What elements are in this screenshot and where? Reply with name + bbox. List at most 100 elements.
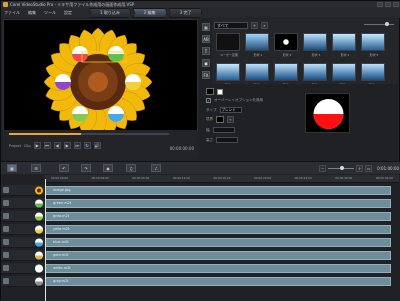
undo-button[interactable]: ↶ xyxy=(59,164,69,172)
timeline-clip[interactable]: green.m2t xyxy=(35,199,391,208)
zoom-slider[interactable] xyxy=(364,24,394,25)
zoom-out-icon[interactable]: － xyxy=(319,165,327,172)
menu-file[interactable]: ファイル xyxy=(4,10,20,16)
thumbnail-item[interactable]: 形状 11 xyxy=(361,63,385,87)
timeline-clip[interactable]: image.jpg xyxy=(35,186,391,195)
overlay-icon xyxy=(34,225,44,234)
height-field[interactable] xyxy=(216,137,238,143)
graphic-icon[interactable]: ◼ xyxy=(202,59,210,67)
timeline-clip[interactable]: gnlw.m2t xyxy=(35,212,391,221)
mask-preview xyxy=(305,93,350,133)
window-title: Corel VideoStudio Pro - ミキサ用ファイル作成用の画面作成… xyxy=(10,1,135,7)
ruler-label: 00:00:00:00 xyxy=(51,176,69,180)
eyedropper-icon[interactable]: ⌁ xyxy=(227,116,234,123)
overlay-icon xyxy=(34,264,44,273)
timeline-clip[interactable]: white.m2t xyxy=(35,264,391,273)
ruler-label: 00:00:24:00 xyxy=(294,176,312,180)
thumbnail-item[interactable]: 形状 6 xyxy=(216,63,240,87)
playhead[interactable] xyxy=(45,179,46,301)
track-visibility-icon[interactable] xyxy=(3,213,9,219)
timeline-toolbar: ▦ ☰ ↶ ↷ ◉ ♫ ♪ － ＋ ▭ 0:01:00:00 xyxy=(1,161,400,174)
timeline-clip[interactable]: gold.m2t xyxy=(35,251,391,260)
options-panel: ✓ オーバーレイオプションを適用 タイプ ブレンド 境界 ⌁ 幅 高さ xyxy=(200,84,399,159)
thumbnail-item[interactable]: 形状 8 xyxy=(274,63,298,87)
thumbnail-item[interactable]: 形状 2 xyxy=(274,33,298,57)
track-row: white.m2t xyxy=(1,263,400,274)
minimize-button[interactable] xyxy=(377,2,383,7)
fit-icon[interactable]: ▭ xyxy=(365,165,373,172)
thumbnail-item[interactable]: 形状 5 xyxy=(361,33,385,57)
track-visibility-icon[interactable] xyxy=(3,187,9,193)
timeline-area: 00:00:00:00 00:00:04:00 00:00:08:00 00:0… xyxy=(1,175,400,301)
menu-settings[interactable]: 設定 xyxy=(64,10,72,16)
ruler-label: 00:00:32:00 xyxy=(375,176,393,180)
add-icon[interactable]: ＋ xyxy=(251,22,258,29)
thumbnail-item[interactable]: 形状 1 xyxy=(245,33,269,57)
prev-frame-icon[interactable]: ◀ xyxy=(53,142,61,149)
thumbnail-item[interactable]: ユーザー定義 xyxy=(216,33,240,57)
redo-button[interactable]: ↷ xyxy=(81,164,91,172)
track-visibility-icon[interactable] xyxy=(3,252,9,258)
thumbnail-item[interactable]: 形状 3 xyxy=(303,33,327,57)
ruler-label: 00:00:28:00 xyxy=(335,176,353,180)
timeline-view-button[interactable]: ▦ xyxy=(7,164,17,172)
track-visibility-icon[interactable] xyxy=(3,265,9,271)
step-share[interactable]: 3 完了 xyxy=(168,8,203,18)
timeline-clip[interactable]: yello.m2t xyxy=(35,225,391,234)
search-icon[interactable]: ⌕ xyxy=(261,22,268,29)
storyboard-view-button[interactable]: ☰ xyxy=(31,164,41,172)
maximize-button[interactable] xyxy=(385,2,391,7)
zoom-in-icon[interactable]: ＋ xyxy=(356,165,364,172)
mixer-button[interactable]: ♫ xyxy=(126,164,136,172)
volume-icon[interactable]: 🔊 xyxy=(93,142,101,149)
white-color-swatch[interactable] xyxy=(217,88,223,95)
app-window: Corel VideoStudio Pro - ミキサ用ファイル作成用の画面作成… xyxy=(0,0,400,301)
border-color-swatch[interactable] xyxy=(216,116,224,123)
step-edit[interactable]: 2 編集 xyxy=(132,8,167,18)
title-icon[interactable]: T xyxy=(202,47,210,55)
border-label: 境界 xyxy=(206,117,213,121)
track-visibility-icon[interactable] xyxy=(3,278,9,284)
clip-name: white.m2t xyxy=(53,266,71,270)
overlay-icon xyxy=(34,277,44,286)
ruler-label: 00:00:16:00 xyxy=(213,176,231,180)
thumbnail-item[interactable]: 形状 7 xyxy=(245,63,269,87)
menu-tools[interactable]: ツール xyxy=(44,10,56,16)
record-button[interactable]: ◉ xyxy=(103,164,113,172)
timeline-clip[interactable]: gray.m2t xyxy=(35,277,391,286)
zoom-knob[interactable] xyxy=(385,22,389,26)
step-capture[interactable]: 1 取り込み xyxy=(89,8,131,18)
start-icon[interactable]: ⏮ xyxy=(43,142,51,149)
timeline-zoom-slider[interactable] xyxy=(328,166,355,170)
thumbnail-item[interactable]: 形状 9 xyxy=(303,63,327,87)
track-row: yello.m2t xyxy=(1,224,400,235)
track-visibility-icon[interactable] xyxy=(3,239,9,245)
close-button[interactable] xyxy=(393,2,399,7)
media-icon[interactable]: ▦ xyxy=(202,23,210,31)
type-select[interactable]: ブレンド xyxy=(219,107,242,113)
scrub-bar[interactable] xyxy=(9,133,169,135)
end-icon[interactable]: ⏭ xyxy=(73,142,81,149)
track-row: image.jpg xyxy=(1,185,400,196)
timeline-clip[interactable]: blue.m2t xyxy=(35,238,391,247)
track-row: gnlw.m2t xyxy=(1,211,400,222)
transition-icon[interactable]: AB xyxy=(202,35,210,43)
width-field[interactable] xyxy=(212,127,235,133)
auto-music-button[interactable]: ♪ xyxy=(151,164,161,172)
track-visibility-icon[interactable] xyxy=(3,200,9,206)
clip-name: gray.m2t xyxy=(53,279,69,283)
filter-icon[interactable]: FX xyxy=(202,71,210,79)
track-visibility-icon[interactable] xyxy=(3,226,9,232)
next-frame-icon[interactable]: ▶ xyxy=(63,142,71,149)
sunflower-icon xyxy=(34,186,44,195)
menu-edit[interactable]: 編集 xyxy=(28,10,36,16)
thumbnail-item[interactable]: 形状 10 xyxy=(332,63,356,87)
tracks: image.jpg green.m2t gnlw.m2t yello.m2t b… xyxy=(1,185,400,295)
overlay-options-checkbox[interactable]: ✓ xyxy=(206,98,211,103)
thumbnail-item[interactable]: 形状 4 xyxy=(332,33,356,57)
category-dropdown[interactable]: すべて xyxy=(214,22,248,29)
play-icon[interactable]: ▶ xyxy=(33,142,41,149)
repeat-icon[interactable]: ↻ xyxy=(83,142,91,149)
black-color-swatch[interactable] xyxy=(206,88,214,95)
track-row: gold.m2t xyxy=(1,250,400,261)
